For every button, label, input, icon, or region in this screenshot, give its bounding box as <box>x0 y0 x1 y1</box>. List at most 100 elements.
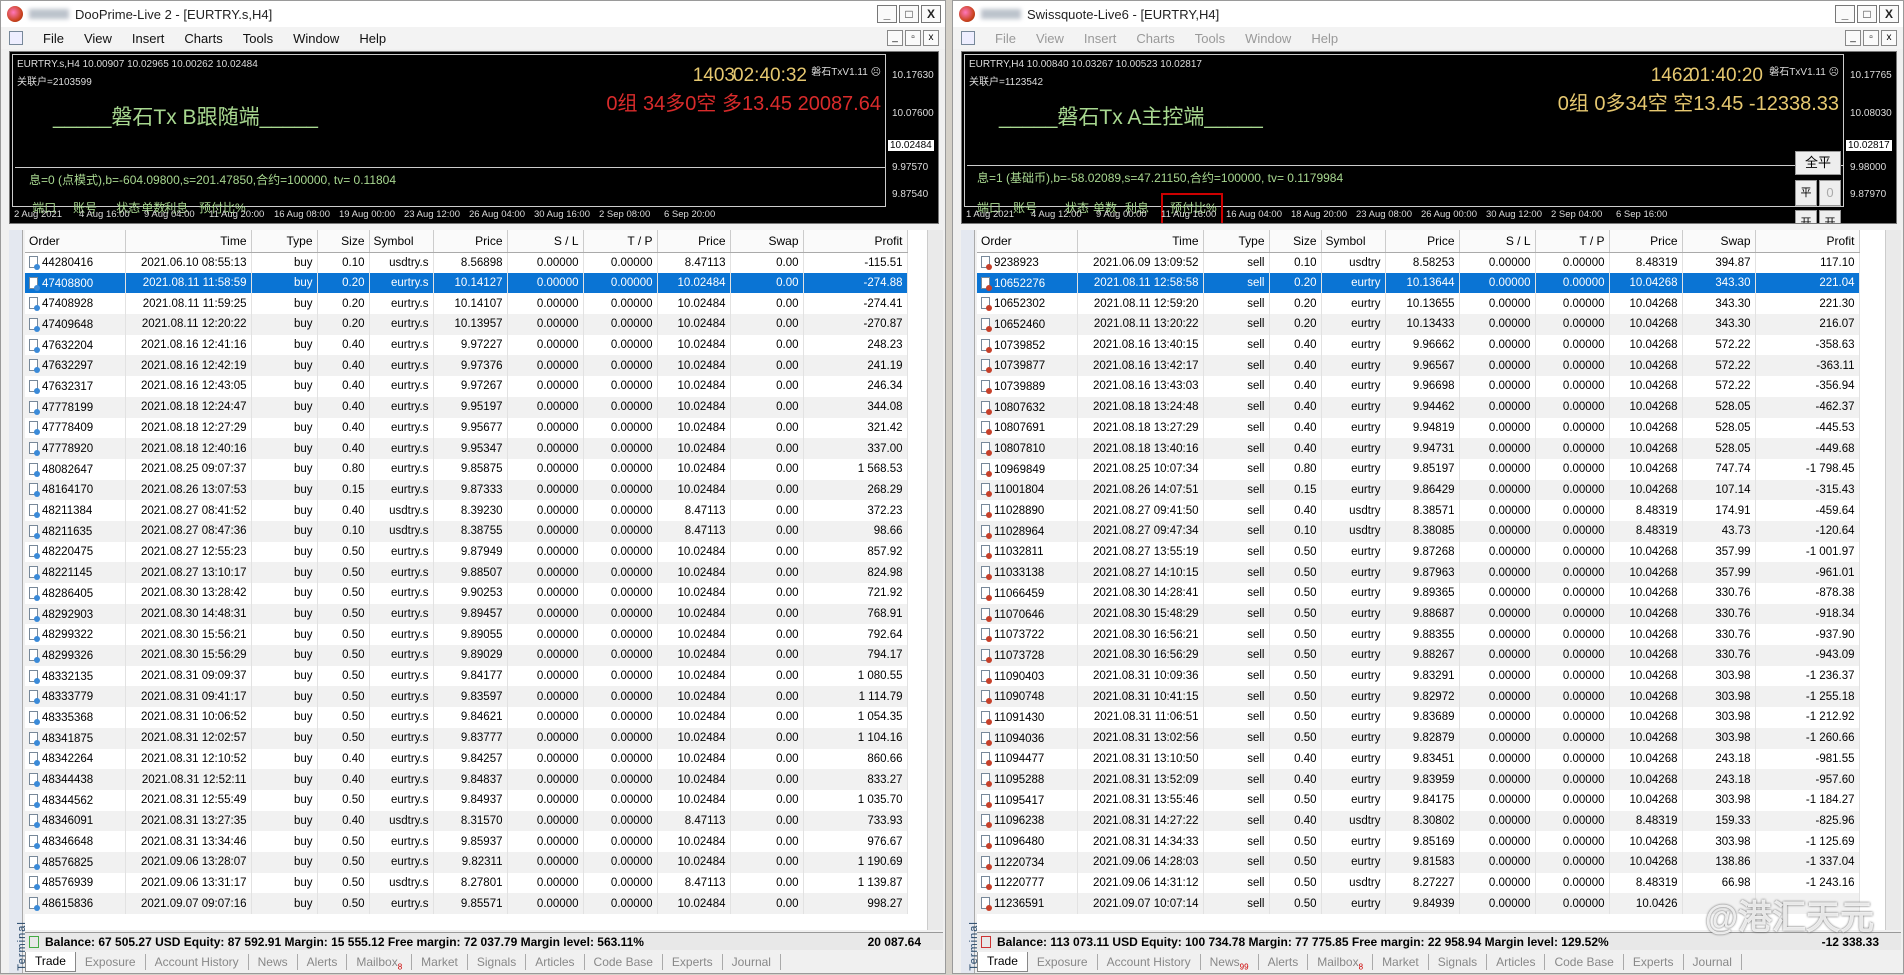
table-row[interactable]: 10652302 2021.08.11 12:59:20 sell 0.20 eurtr… <box>977 293 1860 315</box>
table-row[interactable]: 48342264 2021.08.31 12:10:52 buy 0.40 eurtry… <box>25 748 908 770</box>
column-header[interactable]: Type <box>1203 230 1270 253</box>
table-row[interactable]: 48299326 2021.08.30 15:56:29 buy 0.50 eurtry… <box>25 645 908 666</box>
tab-news[interactable]: News99 <box>1201 954 1259 971</box>
table-row[interactable]: 48341875 2021.08.31 12:02:57 buy 0.50 eurtry… <box>25 727 908 749</box>
table-row[interactable]: 11090748 2021.08.31 10:41:15 sell 0.50 eurtr… <box>977 686 1860 708</box>
column-header[interactable]: Order <box>25 230 126 253</box>
table-row[interactable]: 11095417 2021.08.31 13:55:46 sell 0.50 eurtr… <box>977 789 1860 811</box>
column-header[interactable]: S / L <box>1459 230 1536 253</box>
table-row[interactable]: 48211384 2021.08.27 08:41:52 buy 0.40 usdtry… <box>25 500 908 521</box>
menu-view[interactable]: View <box>84 31 112 46</box>
tab-alerts[interactable]: Alerts <box>298 954 348 970</box>
tab-exposure[interactable]: Exposure <box>76 954 146 970</box>
table-row[interactable]: 47408800 2021.08.11 11:58:59 buy 0.20 eurtry… <box>25 272 908 294</box>
column-header[interactable]: Price <box>1609 230 1683 253</box>
price-chart[interactable]: EURTRY,H4 10.00840 10.03267 10.00523 10.… <box>961 51 1897 224</box>
table-row[interactable]: 11094036 2021.08.31 13:02:56 sell 0.50 eurtr… <box>977 727 1860 749</box>
table-row[interactable]: 11033138 2021.08.27 14:10:15 sell 0.50 eurtr… <box>977 562 1860 583</box>
table-row[interactable]: 48164170 2021.08.26 13:07:53 buy 0.15 eurtry… <box>25 479 908 501</box>
tab-trade[interactable]: Trade <box>25 952 76 972</box>
table-row[interactable]: 11073722 2021.08.30 16:56:21 sell 0.50 eurtr… <box>977 624 1860 646</box>
menu-insert[interactable]: Insert <box>132 31 165 46</box>
table-row[interactable]: 11070646 2021.08.30 15:48:29 sell 0.50 eurtr… <box>977 603 1860 625</box>
menu-window[interactable]: Window <box>1245 31 1291 46</box>
column-header[interactable]: Price <box>433 230 508 253</box>
menu-window[interactable]: Window <box>293 31 339 46</box>
minimize-button[interactable]: _ <box>1835 5 1855 23</box>
mdi-minimize-button[interactable]: _ <box>1845 30 1861 46</box>
table-row[interactable]: 47778920 2021.08.18 12:40:16 buy 0.40 eurtry… <box>25 438 908 459</box>
table-row[interactable]: 11028890 2021.08.27 09:41:50 sell 0.40 usdtr… <box>977 500 1860 521</box>
table-row[interactable]: 11220734 2021.09.06 14:28:03 sell 0.50 eurtr… <box>977 851 1860 873</box>
tab-articles[interactable]: Articles <box>1487 954 1546 970</box>
menu-help[interactable]: Help <box>1311 31 1338 46</box>
tab-articles[interactable]: Articles <box>526 954 585 970</box>
table-row[interactable]: 47778199 2021.08.18 12:24:47 buy 0.40 eurtry… <box>25 396 908 418</box>
menu-charts[interactable]: Charts <box>184 31 222 46</box>
tab-news[interactable]: News <box>249 954 298 970</box>
table-row[interactable]: 10652460 2021.08.11 13:20:22 sell 0.20 eurtr… <box>977 314 1860 335</box>
table-row[interactable]: 48220475 2021.08.27 12:55:23 buy 0.50 eurtry… <box>25 541 908 563</box>
tab-signals[interactable]: Signals <box>1429 954 1488 970</box>
table-row[interactable]: 10652276 2021.08.11 12:58:58 sell 0.20 eurtr… <box>977 272 1860 294</box>
close-qty-input[interactable]: 0 <box>1819 180 1841 206</box>
table-row[interactable]: 48082647 2021.08.25 09:07:37 buy 0.80 eurtry… <box>25 458 908 480</box>
tab-account-history[interactable]: Account History <box>1098 954 1201 970</box>
maximize-button[interactable]: □ <box>1857 5 1877 23</box>
table-row[interactable]: 48576939 2021.09.06 13:31:17 buy 0.50 usdtry… <box>25 872 908 894</box>
tab-account-history[interactable]: Account History <box>146 954 249 970</box>
menu-insert[interactable]: Insert <box>1084 31 1117 46</box>
tab-journal[interactable]: Journal <box>723 954 781 970</box>
table-row[interactable]: 11073728 2021.08.30 16:56:29 sell 0.50 eurtr… <box>977 645 1860 666</box>
vertical-scrollbar[interactable] <box>1885 230 1901 930</box>
menu-tools[interactable]: Tools <box>243 31 273 46</box>
table-row[interactable]: 11096238 2021.08.31 14:27:22 sell 0.40 usdtr… <box>977 810 1860 832</box>
column-header[interactable]: Symbol <box>1321 230 1386 253</box>
table-row[interactable]: 10739889 2021.08.16 13:43:03 sell 0.40 eurtr… <box>977 376 1860 397</box>
vertical-scrollbar[interactable] <box>927 230 943 930</box>
table-row[interactable]: 47778409 2021.08.18 12:27:29 buy 0.40 eurtry… <box>25 417 908 439</box>
column-header[interactable]: Size <box>317 230 370 253</box>
table-row[interactable]: 11066459 2021.08.30 14:28:41 sell 0.50 eurtr… <box>977 583 1860 604</box>
column-header[interactable]: T / P <box>1535 230 1610 253</box>
table-row[interactable]: 47632317 2021.08.16 12:43:05 buy 0.40 eurtry… <box>25 376 908 397</box>
column-header[interactable]: Size <box>1269 230 1322 253</box>
table-row[interactable]: 11001804 2021.08.26 14:07:51 sell 0.15 eurtr… <box>977 479 1860 501</box>
table-row[interactable]: 10969849 2021.08.25 10:07:34 sell 0.80 eurtr… <box>977 458 1860 480</box>
tab-journal[interactable]: Journal <box>1684 954 1742 970</box>
table-row[interactable]: 48335368 2021.08.31 10:06:52 buy 0.50 eurtry… <box>25 707 908 728</box>
table-row[interactable]: 10807691 2021.08.18 13:27:29 sell 0.40 eurtr… <box>977 417 1860 439</box>
table-row[interactable]: 48299322 2021.08.30 15:56:21 buy 0.50 eurtry… <box>25 624 908 646</box>
tab-code-base[interactable]: Code Base <box>585 954 663 970</box>
table-row[interactable]: 47409648 2021.08.11 12:20:22 buy 0.20 eurtry… <box>25 314 908 335</box>
minimize-button[interactable]: _ <box>877 5 897 23</box>
column-header[interactable]: Time <box>125 230 252 253</box>
menu-charts[interactable]: Charts <box>1136 31 1174 46</box>
table-row[interactable]: 48344438 2021.08.31 12:52:11 buy 0.40 eurtry… <box>25 769 908 790</box>
tab-exposure[interactable]: Exposure <box>1028 954 1098 970</box>
menu-file[interactable]: File <box>43 31 64 46</box>
column-header[interactable]: Profit <box>1755 230 1860 253</box>
menu-tools[interactable]: Tools <box>1195 31 1225 46</box>
column-header[interactable]: Order <box>977 230 1078 253</box>
table-row[interactable]: 10807632 2021.08.18 13:24:48 sell 0.40 eurtr… <box>977 396 1860 418</box>
table-row[interactable]: 48221145 2021.08.27 13:10:17 buy 0.50 eurtry… <box>25 562 908 583</box>
tab-market[interactable]: Market <box>412 954 468 970</box>
table-row[interactable]: 11090403 2021.08.31 10:09:36 sell 0.50 eurtr… <box>977 665 1860 687</box>
tab-code-base[interactable]: Code Base <box>1545 954 1624 970</box>
price-chart[interactable]: EURTRY.s,H4 10.00907 10.02965 10.00262 1… <box>9 51 939 224</box>
table-row[interactable]: 11028964 2021.08.27 09:47:34 sell 0.10 usdtr… <box>977 520 1860 542</box>
table-row[interactable]: 11032811 2021.08.27 13:55:19 sell 0.50 eurtr… <box>977 541 1860 563</box>
tab-trade[interactable]: Trade <box>977 952 1028 972</box>
column-header[interactable]: T / P <box>583 230 658 253</box>
table-row[interactable]: 11095288 2021.08.31 13:52:09 sell 0.40 eurtr… <box>977 769 1860 790</box>
mdi-close-button[interactable]: x <box>923 30 939 46</box>
table-row[interactable]: 48333779 2021.08.31 09:41:17 buy 0.50 eurtry… <box>25 686 908 708</box>
table-row[interactable]: 10739877 2021.08.16 13:42:17 sell 0.40 eurtr… <box>977 355 1860 377</box>
table-row[interactable]: 11094477 2021.08.31 13:10:50 sell 0.40 eurtr… <box>977 748 1860 770</box>
column-header[interactable]: Symbol <box>369 230 434 253</box>
mdi-restore-button[interactable]: ▫ <box>905 30 921 46</box>
column-header[interactable]: Price <box>657 230 731 253</box>
menu-file[interactable]: File <box>995 31 1016 46</box>
tab-experts[interactable]: Experts <box>663 954 723 970</box>
